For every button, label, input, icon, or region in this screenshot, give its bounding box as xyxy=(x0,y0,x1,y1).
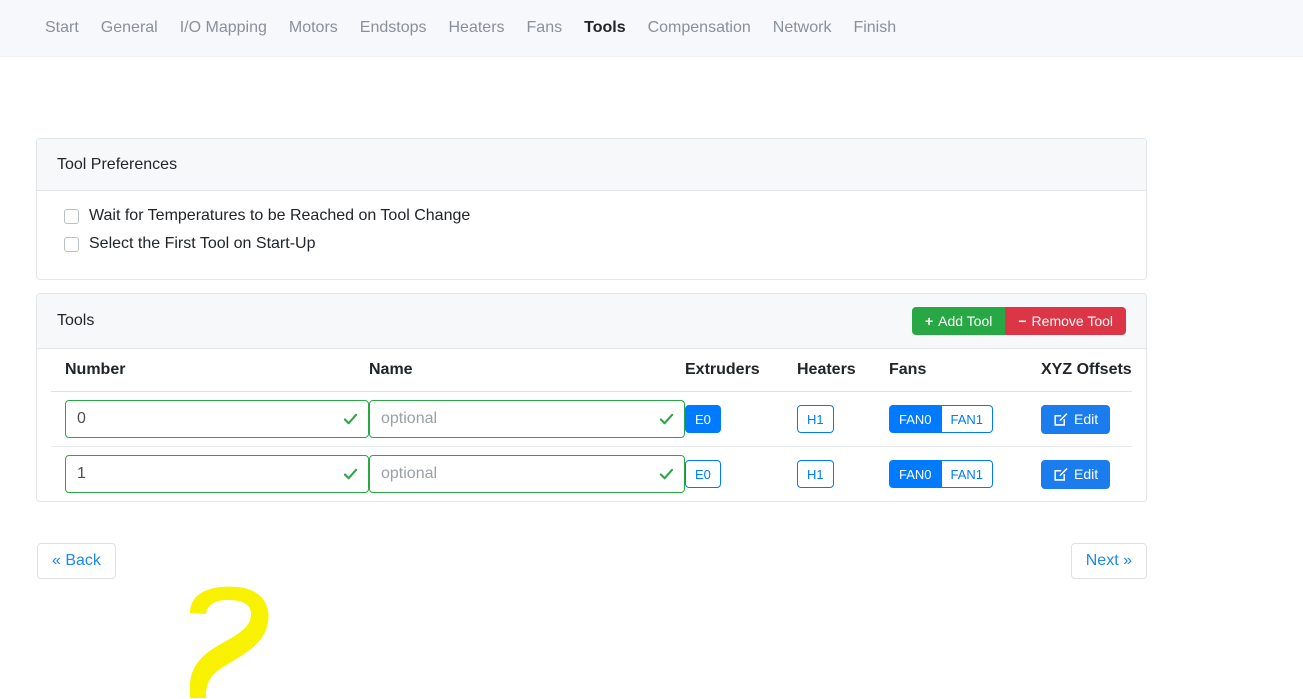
nav-item-heaters[interactable]: Heaters xyxy=(449,19,505,37)
nav-item-tools[interactable]: Tools xyxy=(584,19,625,37)
column-header-fans: Fans xyxy=(889,349,1041,392)
nav-item-compensation[interactable]: Compensation xyxy=(648,19,751,37)
fan-pill-fan1[interactable]: FAN1 xyxy=(941,405,994,433)
preference-wait-for-temperatures[interactable]: Wait for Temperatures to be Reached on T… xyxy=(64,205,1126,227)
add-tool-button[interactable]: + Add Tool xyxy=(911,307,1006,335)
wait-for-temperatures-checkbox[interactable] xyxy=(64,208,79,224)
tool-preferences-body: Wait for Temperatures to be Reached on T… xyxy=(37,191,1146,279)
remove-tool-button[interactable]: − Remove Tool xyxy=(1005,307,1126,335)
tools-table-header-row: Number Name Extruders Heaters Fans XYZ O… xyxy=(51,349,1132,392)
edit-label: Edit xyxy=(1074,411,1099,427)
tools-table-body: E0 H1 FAN0 FAN1 xyxy=(51,391,1132,502)
tools-table-head: Number Name Extruders Heaters Fans XYZ O… xyxy=(51,349,1132,392)
nav-item-fans[interactable]: Fans xyxy=(527,19,563,37)
cell-heaters: H1 xyxy=(797,391,889,447)
table-row: E0 H1 FAN0 FAN1 xyxy=(51,447,1132,502)
wizard-navbar: Start General I/O Mapping Motors Endstop… xyxy=(0,0,1303,57)
tool-name-input[interactable] xyxy=(369,455,685,493)
extruder-pill-e0[interactable]: E0 xyxy=(685,405,721,433)
pencil-square-icon xyxy=(1054,467,1068,481)
cell-heaters: H1 xyxy=(797,447,889,502)
heater-pill-h1[interactable]: H1 xyxy=(797,405,834,433)
fan-pill-group: FAN0 FAN1 xyxy=(889,405,994,433)
tools-card: Tools + Add Tool − Remove Tool Number Na… xyxy=(36,293,1147,502)
edit-offsets-button[interactable]: Edit xyxy=(1041,404,1111,434)
back-button[interactable]: « Back xyxy=(37,543,116,579)
tools-actions: + Add Tool − Remove Tool xyxy=(911,307,1126,335)
fan-pill-fan0[interactable]: FAN0 xyxy=(889,460,942,488)
tool-name-input-wrap xyxy=(369,400,685,438)
question-mark-curve xyxy=(190,586,269,698)
tool-name-input-wrap xyxy=(369,455,685,493)
nav-item-io-mapping[interactable]: I/O Mapping xyxy=(180,19,267,37)
plus-icon: + xyxy=(924,313,934,329)
cell-xyz-offsets: Edit xyxy=(1041,391,1132,447)
cell-name xyxy=(369,447,685,502)
tool-name-input[interactable] xyxy=(369,400,685,438)
edit-offsets-button[interactable]: Edit xyxy=(1041,459,1111,489)
preference-select-first-tool[interactable]: Select the First Tool on Start-Up xyxy=(64,233,1126,255)
tools-card-title: Tools xyxy=(57,312,95,329)
cell-fans: FAN0 FAN1 xyxy=(889,391,1041,447)
wait-for-temperatures-label: Wait for Temperatures to be Reached on T… xyxy=(89,207,471,224)
column-header-number: Number xyxy=(51,349,369,392)
remove-tool-label: Remove Tool xyxy=(1031,313,1113,329)
tools-table-wrap: Number Name Extruders Heaters Fans XYZ O… xyxy=(37,349,1146,501)
tool-number-input[interactable] xyxy=(65,455,369,493)
pencil-square-icon xyxy=(1054,412,1068,426)
column-header-extruders: Extruders xyxy=(685,349,797,392)
nav-item-network[interactable]: Network xyxy=(773,19,832,37)
tool-number-input-wrap xyxy=(65,400,369,438)
cell-fans: FAN0 FAN1 xyxy=(889,447,1041,502)
table-row: E0 H1 FAN0 FAN1 xyxy=(51,391,1132,447)
nav-item-finish[interactable]: Finish xyxy=(853,19,896,37)
nav-item-start[interactable]: Start xyxy=(45,19,79,37)
add-tool-label: Add Tool xyxy=(938,313,993,329)
cell-name xyxy=(369,391,685,447)
select-first-tool-checkbox[interactable] xyxy=(64,236,79,252)
nav-item-general[interactable]: General xyxy=(101,19,158,37)
fan-pill-fan0[interactable]: FAN0 xyxy=(889,405,942,433)
cell-xyz-offsets: Edit xyxy=(1041,447,1132,502)
cell-number xyxy=(51,391,369,447)
heater-pill-h1[interactable]: H1 xyxy=(797,460,834,488)
column-header-heaters: Heaters xyxy=(797,349,889,392)
nav-item-motors[interactable]: Motors xyxy=(289,19,338,37)
tool-number-input[interactable] xyxy=(65,400,369,438)
tool-preferences-title: Tool Preferences xyxy=(57,155,178,173)
select-first-tool-label: Select the First Tool on Start-Up xyxy=(89,235,316,252)
fan-pill-fan1[interactable]: FAN1 xyxy=(941,460,994,488)
tool-preferences-header: Tool Preferences xyxy=(37,139,1146,191)
nav-item-endstops[interactable]: Endstops xyxy=(360,19,427,37)
tools-card-header: Tools + Add Tool − Remove Tool xyxy=(37,294,1146,349)
minus-icon: − xyxy=(1018,313,1027,329)
column-header-xyz-offsets: XYZ Offsets xyxy=(1041,349,1132,392)
next-button[interactable]: Next » xyxy=(1070,543,1147,579)
tool-preferences-card: Tool Preferences Wait for Temperatures t… xyxy=(36,138,1147,280)
column-header-name: Name xyxy=(369,349,685,392)
tool-number-input-wrap xyxy=(65,455,369,493)
cell-extruders: E0 xyxy=(685,391,797,447)
cell-number xyxy=(51,447,369,502)
edit-label: Edit xyxy=(1074,466,1099,482)
extruder-pill-e0[interactable]: E0 xyxy=(685,460,721,488)
cell-extruders: E0 xyxy=(685,447,797,502)
tools-table: Number Name Extruders Heaters Fans XYZ O… xyxy=(51,349,1132,501)
fan-pill-group: FAN0 FAN1 xyxy=(889,460,994,488)
